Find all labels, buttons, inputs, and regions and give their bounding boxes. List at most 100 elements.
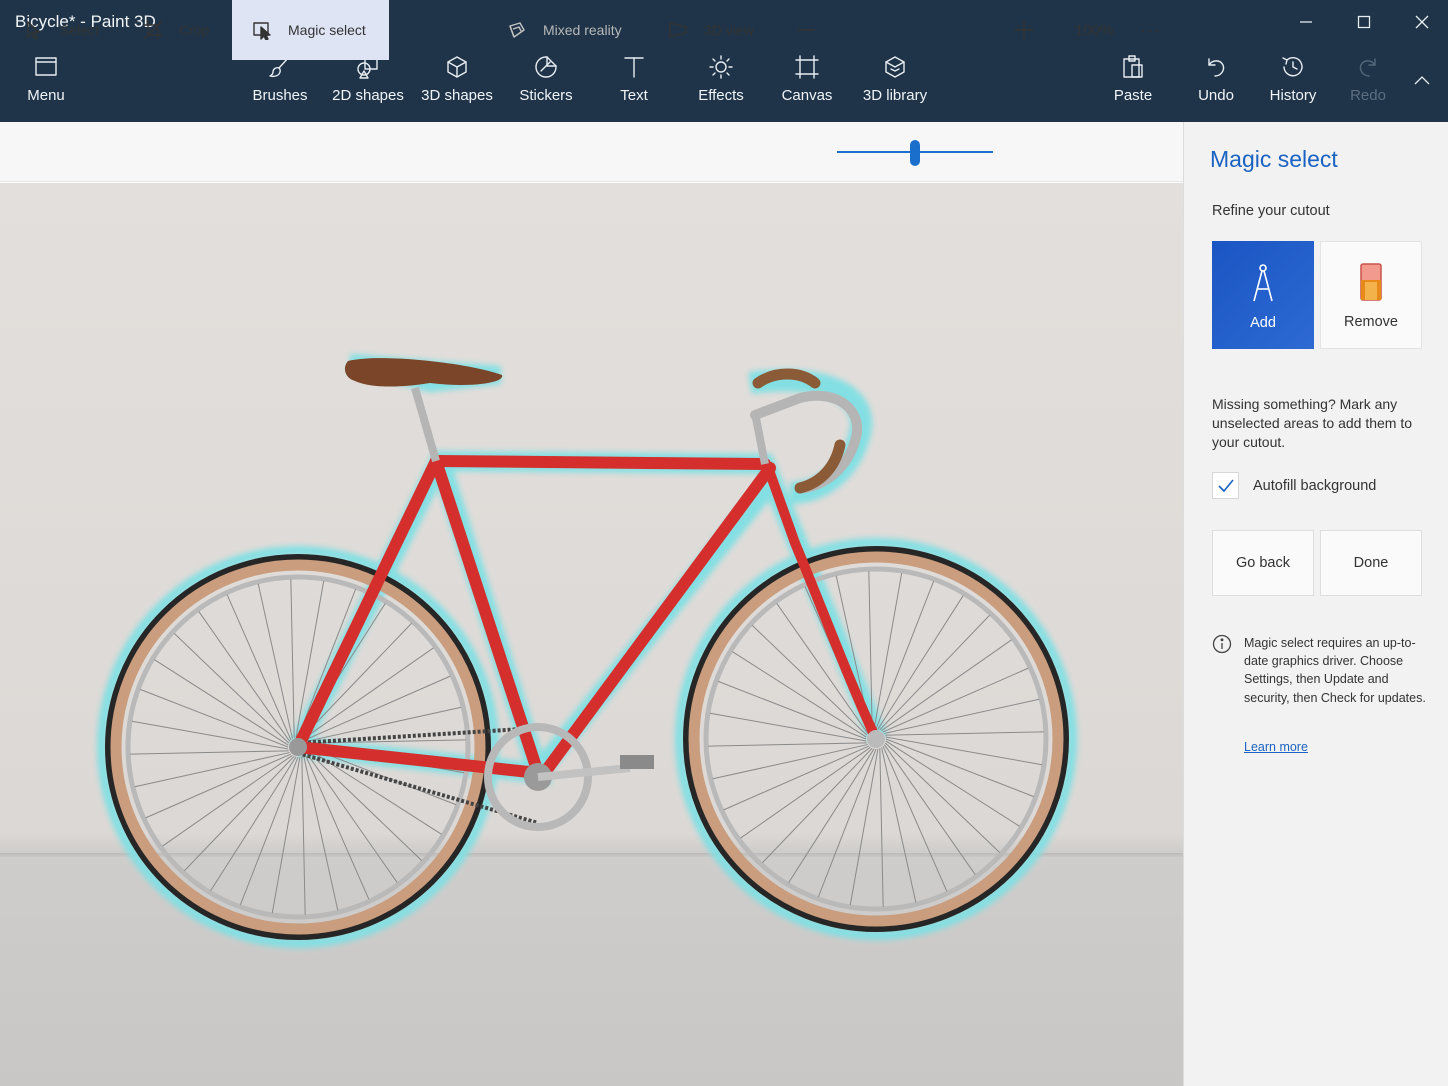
history-label: History: [1269, 87, 1317, 104]
paste-label: Paste: [1113, 87, 1153, 104]
brushes-label: Brushes: [252, 87, 308, 104]
wheel-spoke: [723, 745, 870, 811]
wheel-spoke: [885, 731, 1044, 736]
undo-icon: [1208, 58, 1225, 77]
3d-shapes-button[interactable]: 3D shapes: [421, 54, 493, 110]
wheel-spoke: [162, 754, 293, 847]
text-icon: [624, 57, 644, 78]
more-options-button[interactable]: ···: [1140, 0, 1161, 60]
menu-button[interactable]: Menu: [26, 54, 66, 110]
redo-button[interactable]: Redo: [1348, 54, 1388, 110]
go-back-button[interactable]: Go back: [1212, 530, 1314, 596]
wheel-spoke: [709, 712, 867, 742]
3d-shapes-icon: [447, 56, 467, 78]
mixed-reality-label: Mixed reality: [543, 22, 622, 38]
panel-description: Missing something? Mark any unselected a…: [1212, 396, 1413, 450]
wheel-spoke: [303, 755, 339, 911]
effects-button[interactable]: Effects: [694, 54, 748, 110]
zoom-out-button[interactable]: [796, 0, 816, 60]
drawing-canvas[interactable]: [0, 183, 1183, 1086]
wheel-spoke: [882, 745, 948, 892]
wheel-spoke: [879, 614, 990, 731]
driver-info-text: Magic select requires an up-to-date grap…: [1244, 636, 1426, 705]
select-label: Select: [60, 22, 99, 38]
zoom-slider-thumb[interactable]: [910, 140, 920, 166]
2d-shapes-label: 2D shapes: [332, 87, 404, 104]
3d-library-label: 3D library: [862, 87, 928, 104]
remove-label: Remove: [1344, 314, 1398, 330]
collapse-ribbon-button[interactable]: [1407, 66, 1437, 94]
wheel-spoke: [849, 748, 879, 906]
brushes-button[interactable]: Brushes: [250, 54, 310, 110]
stickers-label: Stickers: [519, 87, 573, 104]
wheel-spoke: [130, 750, 289, 755]
wheel-spoke: [884, 698, 1040, 734]
wheel-spoke: [198, 611, 291, 742]
minus-icon: [797, 29, 815, 31]
maximize-icon: [1357, 15, 1371, 29]
close-icon: [1415, 15, 1429, 29]
library-icon: [885, 56, 905, 78]
canvas-button[interactable]: Canvas: [780, 54, 834, 110]
wheel-spoke: [305, 752, 398, 883]
remove-button[interactable]: Remove: [1320, 241, 1422, 349]
magic-select-button[interactable]: Magic select: [232, 0, 389, 60]
3d-library-button[interactable]: 3D library: [861, 54, 929, 110]
wheel-spoke: [131, 720, 289, 750]
wheel-spoke: [145, 753, 292, 819]
wheel-spoke: [708, 742, 867, 747]
undo-button[interactable]: Undo: [1196, 54, 1236, 110]
add-button[interactable]: Add: [1212, 241, 1314, 349]
3d-view-button[interactable]: 3D view: [668, 0, 754, 60]
3d-view-icon: [669, 22, 687, 38]
magic-select-icon: [253, 22, 271, 40]
stickers-button[interactable]: Stickers: [516, 54, 576, 110]
wheel-spoke: [271, 756, 301, 914]
secondary-toolbar: [0, 122, 1183, 182]
more-icon: ···: [1140, 19, 1161, 40]
2d-shapes-button[interactable]: 2D shapes: [332, 54, 404, 110]
autofill-checkbox[interactable]: [1212, 472, 1239, 499]
chevron-up-icon: [1414, 76, 1430, 85]
wheel-spoke: [881, 747, 917, 903]
redo-label: Redo: [1350, 87, 1386, 104]
3d-view-label: 3D view: [704, 22, 754, 38]
checkmark-icon: [1217, 478, 1234, 492]
done-button[interactable]: Done: [1320, 530, 1422, 596]
crop-label: Crop: [179, 22, 210, 38]
panel-subtitle: Refine your cutout: [1212, 203, 1330, 219]
select-button[interactable]: Select: [24, 0, 99, 60]
compass-icon: [1253, 264, 1273, 302]
paste-button[interactable]: Paste: [1112, 54, 1154, 110]
pointer-icon: [27, 21, 40, 40]
crop-icon: [143, 20, 163, 40]
wheel-spoke: [712, 744, 868, 780]
wheel-spoke: [881, 639, 1012, 732]
add-label: Add: [1250, 315, 1276, 331]
learn-more-link[interactable]: Learn more: [1244, 740, 1308, 754]
redo-icon: [1359, 58, 1376, 77]
minimize-button[interactable]: [1291, 8, 1321, 36]
autofill-label[interactable]: Autofill background: [1253, 478, 1376, 494]
wheel-spoke: [184, 755, 295, 872]
wheel-spoke: [134, 752, 290, 788]
wheel-spoke: [883, 744, 976, 875]
close-button[interactable]: [1407, 8, 1437, 36]
bicycle-image: [97, 354, 1077, 948]
mixed-reality-button[interactable]: Mixed reality: [507, 0, 622, 60]
mixed-reality-icon: [509, 22, 525, 38]
text-button[interactable]: Text: [610, 54, 658, 110]
history-icon: [1282, 57, 1303, 77]
3d-shapes-label: 3D shapes: [421, 87, 493, 104]
wheel-spoke: [257, 583, 293, 739]
history-button[interactable]: History: [1268, 54, 1318, 110]
zoom-level[interactable]: 100%: [1075, 0, 1113, 60]
wheel-spoke: [879, 748, 884, 907]
wheel-spoke: [884, 742, 1001, 853]
plus-icon: [1015, 21, 1033, 39]
maximize-button[interactable]: [1349, 8, 1379, 36]
wheel-spoke: [290, 579, 295, 738]
zoom-in-button[interactable]: [1014, 0, 1034, 60]
minimize-icon: [1300, 21, 1312, 23]
crop-button[interactable]: Crop: [143, 0, 209, 60]
